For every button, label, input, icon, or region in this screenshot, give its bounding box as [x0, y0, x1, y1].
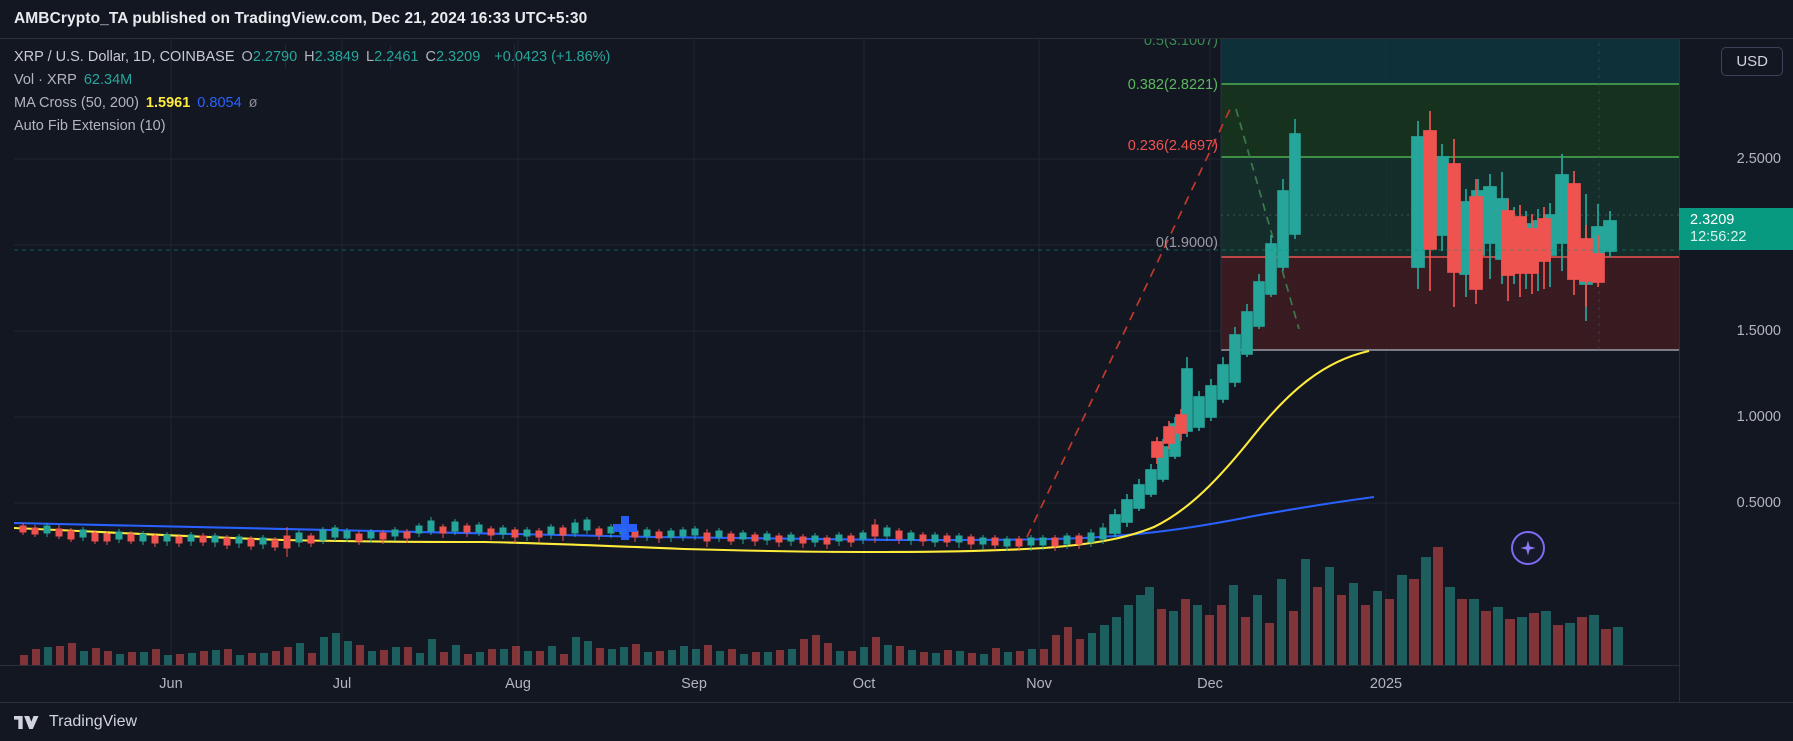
chart-plot-area[interactable]: 0.5(3.1007) 0.382(2.8221) 0.236(2.4697) … — [14, 39, 1679, 665]
chart-canvas — [14, 39, 1679, 665]
price-tick-4: 0.5000 — [1737, 495, 1781, 511]
footer-bar: TradingView — [0, 702, 1793, 741]
fib-label-1: 0.382(2.8221) — [1128, 77, 1218, 93]
volume-series — [20, 547, 1623, 665]
tradingview-chart-screenshot: { "attribution": "AMBCrypto_TA published… — [0, 0, 1793, 741]
time-tick-4: Oct — [853, 676, 876, 692]
fib-label-3: 0(1.9000) — [1156, 235, 1218, 251]
time-tick-0: Jun — [159, 676, 182, 692]
legend-divider-3 — [514, 45, 515, 68]
fib-trend-line — [1027, 105, 1232, 537]
bar-countdown: 12:56:22 — [1690, 229, 1793, 246]
chart-frame: 0.5(3.1007) 0.382(2.8221) 0.236(2.4697) … — [0, 38, 1793, 702]
sparkle-badge-icon[interactable] — [1511, 531, 1545, 565]
price-tick-2: 1.5000 — [1737, 323, 1781, 339]
tradingview-logo[interactable]: TradingView — [14, 713, 137, 731]
current-price-value: 2.3209 — [1690, 212, 1793, 229]
attribution-bar: AMBCrypto_TA published on TradingView.co… — [0, 0, 1793, 38]
price-axis[interactable]: USD 2.5000 2.0000 1.5000 1.0000 0.5000 2… — [1679, 39, 1793, 703]
tradingview-logo-icon — [14, 714, 40, 731]
fib-label-0: 0.5(3.1007) — [1144, 39, 1218, 49]
tradingview-brand-text: TradingView — [49, 713, 137, 731]
fib-label-2: 0.236(2.4697) — [1128, 138, 1218, 154]
time-tick-3: Sep — [681, 676, 707, 692]
time-axis[interactable]: Jun Jul Aug Sep Oct Nov Dec 2025 — [0, 665, 1679, 703]
price-tick-3: 1.0000 — [1737, 409, 1781, 425]
legend-divider-2 — [390, 45, 391, 68]
time-tick-5: Nov — [1026, 676, 1052, 692]
time-tick-7: 2025 — [1370, 676, 1402, 692]
price-tick-0: 2.5000 — [1737, 151, 1781, 167]
time-tick-1: Jul — [333, 676, 352, 692]
legend-divider-1 — [285, 45, 286, 68]
currency-badge[interactable]: USD — [1721, 47, 1783, 76]
current-price-tag: 2.3209 12:56:22 — [1679, 208, 1793, 250]
sparkle-star-icon — [1519, 539, 1537, 557]
time-tick-2: Aug — [505, 676, 531, 692]
time-tick-6: Dec — [1197, 676, 1223, 692]
